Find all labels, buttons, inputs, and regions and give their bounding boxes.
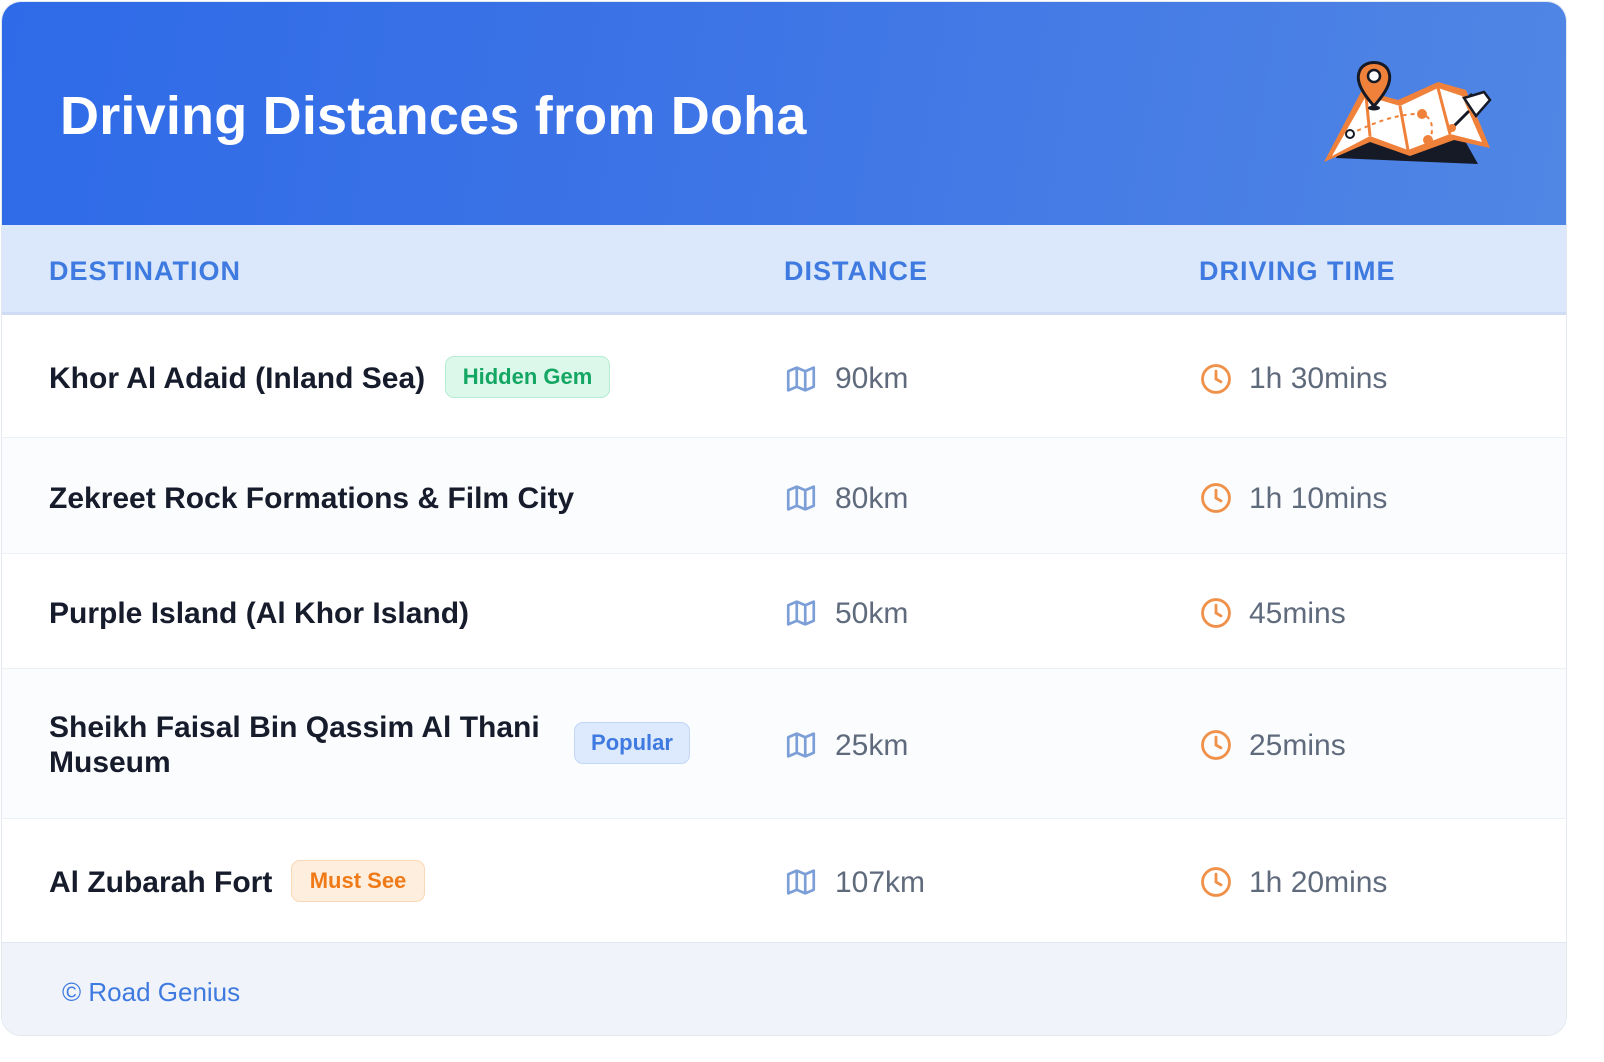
driving-time-value: 1h 20mins: [1249, 866, 1388, 899]
clock-icon: [1201, 730, 1231, 760]
map-icon: [786, 485, 816, 511]
map-icon: [786, 732, 816, 758]
clock-icon: [1201, 483, 1231, 513]
card-header: Driving Distances from Doha: [2, 2, 1566, 225]
popular-badge: Popular: [574, 722, 690, 764]
must-see-badge: Must See: [291, 860, 425, 902]
column-header-distance: DISTANCE: [784, 256, 929, 286]
column-header-driving-time: DRIVING TIME: [1199, 256, 1396, 286]
clock-icon: [1201, 364, 1231, 394]
driving-time-value: 45mins: [1249, 597, 1346, 630]
destination-name: Al Zubarah Fort: [49, 866, 273, 899]
table-row: Al Zubarah Fort Must See 107km 1h 20mins: [2, 819, 1566, 942]
hidden-gem-badge: Hidden Gem: [445, 356, 610, 398]
driving-time-value: 1h 30mins: [1249, 362, 1388, 395]
driving-time-value: 1h 10mins: [1249, 482, 1388, 515]
distance-card: Driving Distances from Doha DESTINATION …: [1, 1, 1567, 1036]
map-icon: [786, 869, 816, 895]
table-row: Khor Al Adaid (Inland Sea) Hidden Gem 90…: [2, 315, 1566, 438]
driving-time-value: 25mins: [1249, 729, 1346, 762]
destination-name: Purple Island (Al Khor Island): [49, 597, 470, 630]
distance-value: 107km: [835, 866, 926, 899]
distance-value: 80km: [835, 482, 909, 515]
table-row: Zekreet Rock Formations & Film City 80km…: [2, 438, 1566, 554]
destination-name-continued: Museum: [49, 746, 171, 779]
map-icon: [786, 600, 816, 626]
destination-name: Zekreet Rock Formations & Film City: [49, 482, 575, 515]
map-icon: [786, 366, 816, 392]
clock-icon: [1201, 867, 1231, 897]
page-title: Driving Distances from Doha: [60, 86, 807, 146]
destination-name: Khor Al Adaid (Inland Sea): [49, 362, 426, 395]
map-with-pins-illustration: [1324, 61, 1492, 164]
table-row: Purple Island (Al Khor Island) 50km 45mi…: [2, 554, 1566, 669]
card-footer: © Road Genius: [2, 942, 1566, 1035]
column-header-row: DESTINATION DISTANCE DRIVING TIME: [2, 225, 1566, 315]
distance-value: 90km: [835, 362, 909, 395]
distance-value: 50km: [835, 597, 909, 630]
destination-name: Sheikh Faisal Bin Qassim Al Thani: [49, 711, 540, 744]
clock-icon: [1201, 598, 1231, 628]
table-row: Sheikh Faisal Bin Qassim Al Thani Museum…: [2, 669, 1566, 819]
column-header-destination: DESTINATION: [49, 256, 241, 286]
footer-credit: © Road Genius: [62, 977, 241, 1007]
distance-value: 25km: [835, 729, 909, 762]
